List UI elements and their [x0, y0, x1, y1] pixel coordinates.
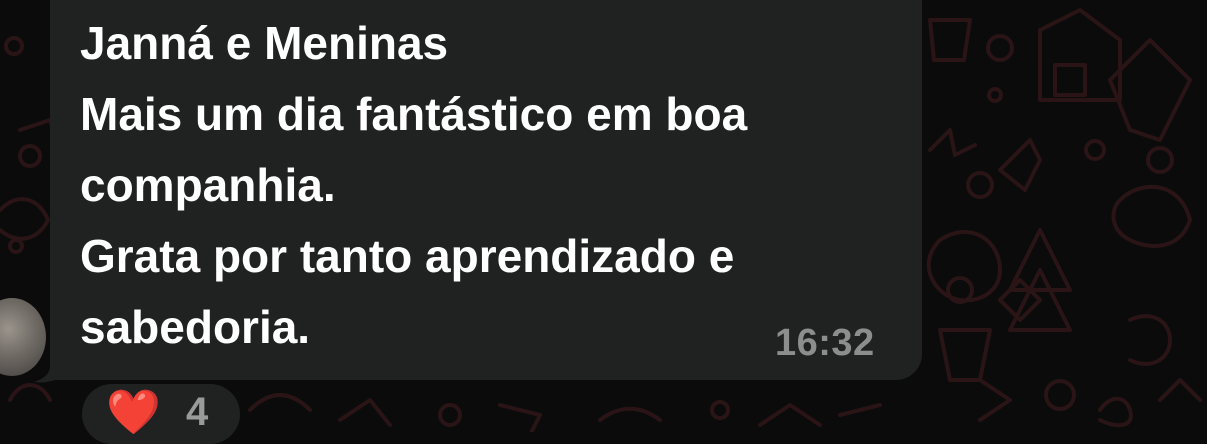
heart-icon: ❤️ — [106, 387, 161, 438]
message-line: companhia. — [80, 159, 336, 211]
reaction-pill[interactable]: ❤️ 4 — [82, 384, 240, 444]
reaction-count: 4 — [186, 390, 209, 434]
message-line: Mais um dia fantástico em boa — [80, 88, 748, 140]
message-text: Janná e Meninas Mais um dia fantástico e… — [80, 8, 900, 363]
message-line: Grata por tanto aprendizado e — [80, 230, 735, 282]
message-timestamp: 16:32 — [775, 322, 875, 364]
message-line: Janná e Meninas — [80, 17, 449, 69]
